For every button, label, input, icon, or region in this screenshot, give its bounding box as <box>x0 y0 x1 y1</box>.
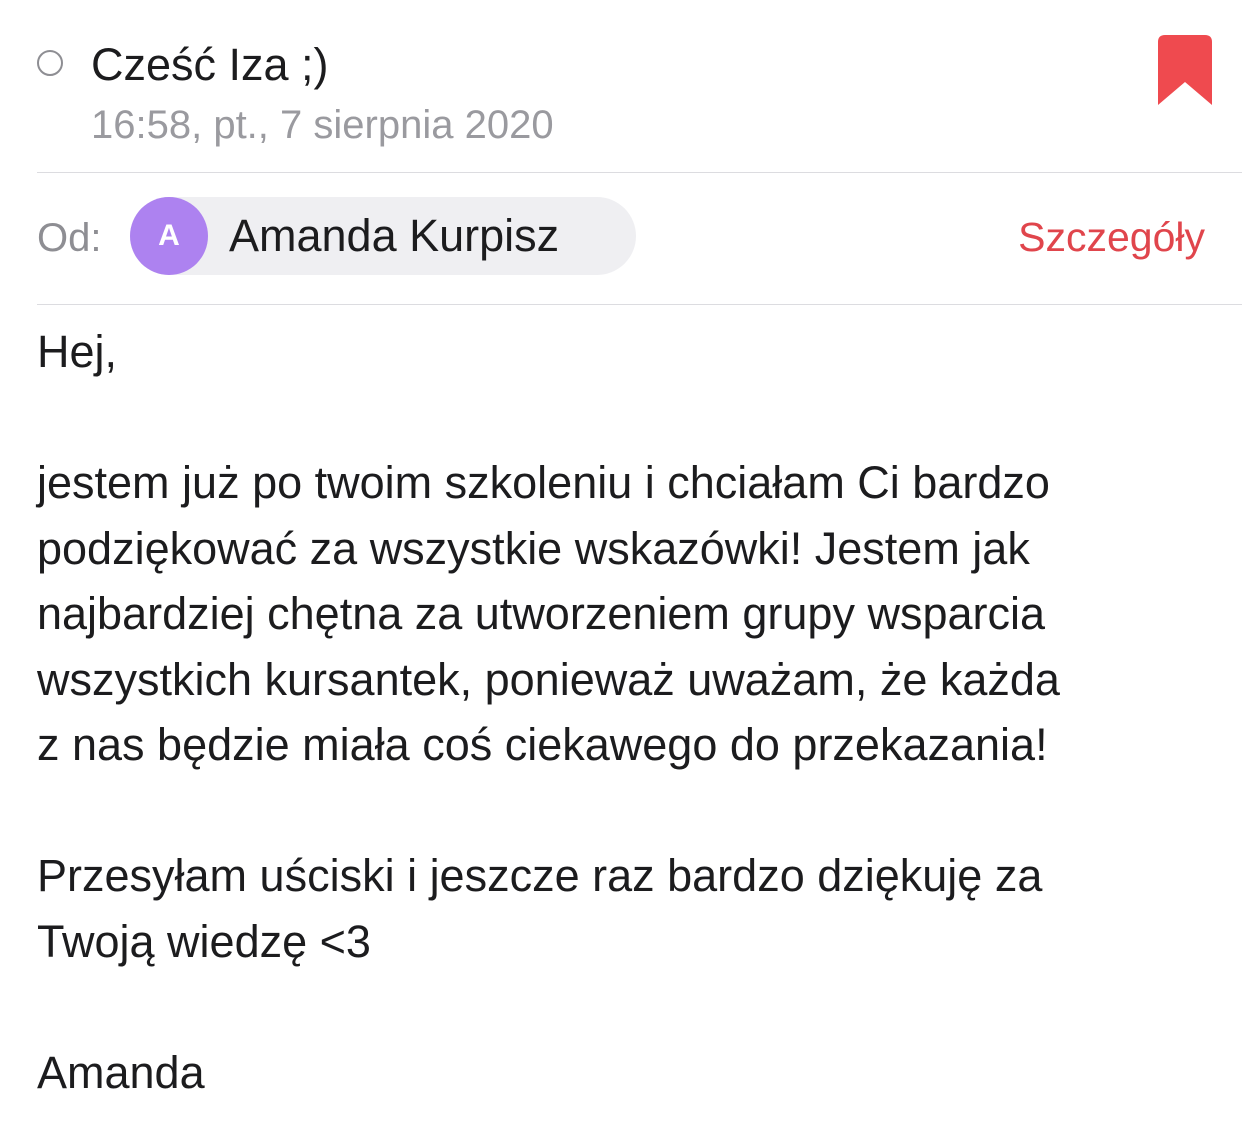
from-row: Od: A Amanda Kurpisz Szczegóły <box>0 172 1242 304</box>
message-body: Hej, jestem już po twoim szkoleniu i chc… <box>37 319 1227 1105</box>
signature-text: Amanda <box>37 1046 205 1098</box>
body-paragraph: jestem już po twoim szkoleniu i chciałam… <box>37 457 1060 770</box>
unread-indicator-icon[interactable] <box>37 50 63 76</box>
message-date: 16:58, pt., 7 sierpnia 2020 <box>91 103 554 147</box>
greeting-text: Hej, <box>37 326 118 377</box>
from-divider <box>37 304 1242 305</box>
sender-name: Amanda Kurpisz <box>229 210 560 261</box>
from-label: Od: <box>37 216 102 260</box>
message-subject: Cześć Iza ;) <box>91 39 329 90</box>
avatar: A <box>130 197 208 275</box>
body-paragraph: Przesyłam uściski i jeszcze raz bardzo d… <box>37 850 1043 967</box>
sender-chip[interactable]: A Amanda Kurpisz <box>130 197 636 275</box>
flag-icon[interactable] <box>1158 35 1212 105</box>
message-header: Cześć Iza ;) 16:58, pt., 7 sierpnia 2020 <box>0 0 1242 172</box>
details-link[interactable]: Szczegóły <box>1018 211 1205 263</box>
